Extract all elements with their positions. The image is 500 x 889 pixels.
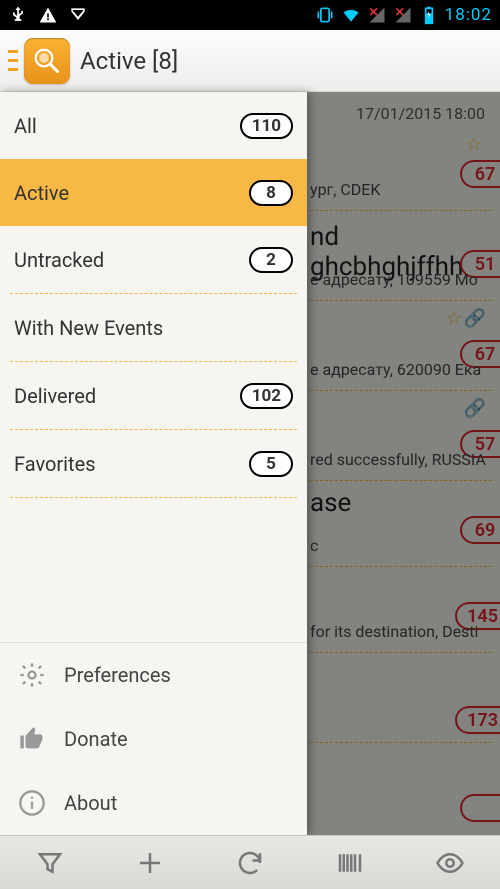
refresh-button[interactable] xyxy=(200,836,300,889)
status-bar: 18:02 xyxy=(0,0,500,30)
nav-item-delivered[interactable]: Delivered 102 xyxy=(0,362,307,429)
content-area: 17/01/2015 18:00 ☆ 67 ург, CDEK nd ghcbh… xyxy=(0,92,500,835)
nav-item-untracked[interactable]: Untracked 2 xyxy=(0,226,307,293)
nav-count: 110 xyxy=(240,113,293,139)
nav-label: Preferences xyxy=(64,663,171,687)
nav-label: Untracked xyxy=(14,248,104,272)
warning-icon xyxy=(38,5,58,25)
action-bar: Active [8] xyxy=(0,30,500,92)
nav-item-about[interactable]: About xyxy=(0,771,307,835)
filter-button[interactable] xyxy=(0,836,100,889)
nav-label: Delivered xyxy=(14,384,96,408)
wifi-icon xyxy=(341,5,361,25)
vibrate-icon xyxy=(315,5,335,25)
nav-label: About xyxy=(64,791,117,815)
nav-label: Donate xyxy=(64,727,128,751)
nav-item-all[interactable]: All 110 xyxy=(0,92,307,159)
drawer-footer: Preferences Donate About xyxy=(0,642,307,835)
nav-count: 102 xyxy=(240,383,293,409)
nav-count: 5 xyxy=(249,451,293,477)
barcode-button[interactable] xyxy=(300,836,400,889)
navigation-drawer: All 110 Active 8 Untracked 2 With New Ev… xyxy=(0,92,307,835)
nav-label: All xyxy=(14,114,37,138)
nav-label: With New Events xyxy=(14,316,163,340)
add-button[interactable] xyxy=(100,836,200,889)
signal-1-icon xyxy=(367,5,387,25)
nav-label: Favorites xyxy=(14,452,96,476)
drawer-scrim[interactable] xyxy=(307,92,500,835)
gear-icon xyxy=(18,661,46,689)
play-store-icon xyxy=(68,5,88,25)
menu-icon[interactable] xyxy=(8,41,18,81)
app-icon xyxy=(24,38,70,84)
clock: 18:02 xyxy=(445,5,492,25)
nav-count: 8 xyxy=(249,180,293,206)
info-icon xyxy=(18,789,46,817)
signal-2-icon xyxy=(393,5,413,25)
nav-label: Active xyxy=(14,181,69,205)
nav-count: 2 xyxy=(249,247,293,273)
nav-item-favorites[interactable]: Favorites 5 xyxy=(0,430,307,497)
thumb-up-icon xyxy=(18,725,46,753)
watch-button[interactable] xyxy=(400,836,500,889)
nav-item-new-events[interactable]: With New Events xyxy=(0,294,307,361)
page-title: Active [8] xyxy=(80,47,178,75)
nav-item-donate[interactable]: Donate xyxy=(0,707,307,771)
usb-icon xyxy=(8,5,28,25)
nav-item-active[interactable]: Active 8 xyxy=(0,159,307,226)
bottom-toolbar xyxy=(0,835,500,889)
battery-icon xyxy=(419,5,439,25)
nav-item-preferences[interactable]: Preferences xyxy=(0,643,307,707)
